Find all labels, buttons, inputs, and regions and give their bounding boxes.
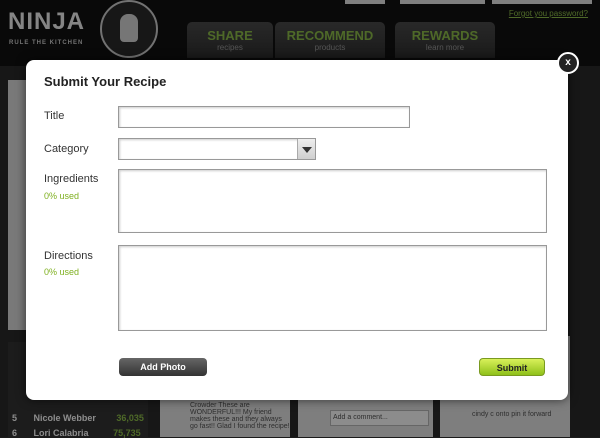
title-label: Title [44,110,65,122]
add-photo-button[interactable]: Add Photo [119,358,207,376]
title-input[interactable] [118,106,410,128]
ingredients-label: Ingredients [44,173,99,185]
category-label: Category [44,143,89,155]
directions-usage: 0% used [44,267,80,277]
ingredients-usage: 0% used [44,191,80,201]
close-icon[interactable]: x [557,52,579,74]
category-select[interactable] [118,138,316,160]
dialog-title: Submit Your Recipe [44,74,167,89]
submit-button[interactable]: Submit [479,358,545,376]
submit-recipe-dialog: Submit Your Recipe Title Category Ingred… [26,60,568,400]
chevron-down-icon[interactable] [297,139,315,159]
ingredients-textarea[interactable] [118,169,547,233]
directions-textarea[interactable] [118,245,547,331]
directions-label: Directions [44,250,93,262]
